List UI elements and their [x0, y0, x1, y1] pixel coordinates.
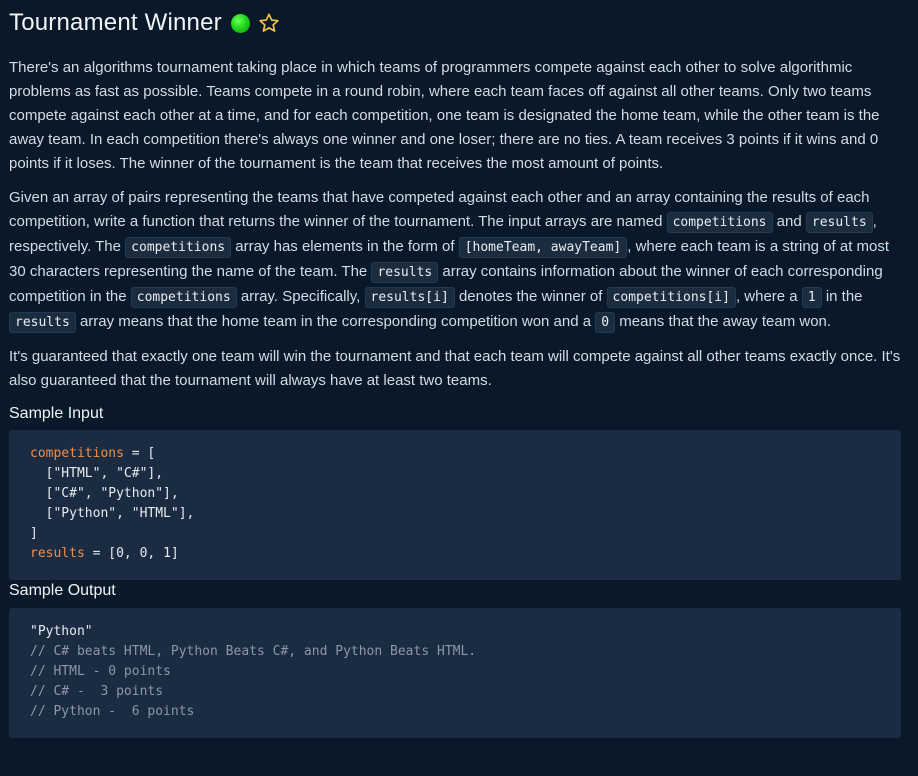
text-fragment: array means that the home team in the co…: [75, 313, 596, 330]
text-fragment: , where a: [735, 288, 802, 305]
code-text: = [0, 0, 1]: [84, 546, 179, 561]
sample-output-heading: Sample Output: [9, 582, 116, 599]
code-line: ["Python", "HTML"],: [30, 506, 195, 521]
inline-code: results[i]: [364, 287, 455, 308]
problem-title: Tournament Winner: [9, 9, 222, 36]
text-fragment: array. Specifically,: [236, 288, 365, 305]
sample-input-code-block[interactable]: competitions = [ ["HTML", "C#"], ["C#", …: [9, 430, 901, 580]
description-paragraph-3: It's guaranteed that exactly one team wi…: [9, 348, 901, 389]
inline-code: 1: [801, 287, 822, 308]
inline-code: results: [371, 262, 439, 283]
code-variable: results: [30, 546, 85, 561]
inline-code: 0: [595, 312, 616, 333]
title-row: Tournament Winner: [9, 6, 909, 40]
inline-code: competitions: [666, 212, 773, 233]
inline-code: results: [805, 212, 873, 233]
text-fragment: means that the away team won.: [615, 313, 832, 330]
code-line: ]: [30, 526, 38, 541]
description-paragraph-2: Given an array of pairs representing the…: [9, 186, 909, 335]
description-paragraph-1: There's an algorithms tournament taking …: [9, 59, 880, 172]
completed-status-icon: [230, 13, 250, 33]
sample-output-code-block[interactable]: "Python" // C# beats HTML, Python Beats …: [9, 608, 901, 738]
text-fragment: denotes the winner of: [454, 288, 607, 305]
code-comment: // Python - 6 points: [30, 704, 195, 719]
code-comment: // C# - 3 points: [30, 684, 164, 699]
problem-description: There's an algorithms tournament taking …: [9, 56, 909, 393]
sample-input-heading: Sample Input: [9, 405, 104, 422]
inline-code: competitions: [125, 237, 232, 258]
text-fragment: array has elements in the form of: [231, 238, 459, 255]
text-fragment: in the: [821, 288, 863, 305]
text-fragment: and: [772, 213, 806, 230]
code-line: ["HTML", "C#"],: [30, 466, 164, 481]
code-line: ["C#", "Python"],: [30, 486, 179, 501]
code-text: = [: [123, 446, 156, 461]
inline-code: results: [9, 312, 76, 333]
inline-code: competitions: [130, 287, 237, 308]
code-comment: // HTML - 0 points: [30, 664, 171, 679]
problem-page: Tournament Winner There's an algorithms …: [0, 0, 918, 738]
code-variable: competitions: [30, 446, 124, 461]
code-comment: // C# beats HTML, Python Beats C#, and P…: [30, 644, 477, 659]
code-line: "Python": [30, 624, 93, 639]
star-outline-icon[interactable]: [258, 12, 280, 34]
inline-code: [homeTeam, awayTeam]: [458, 237, 628, 258]
inline-code: competitions[i]: [606, 287, 736, 308]
